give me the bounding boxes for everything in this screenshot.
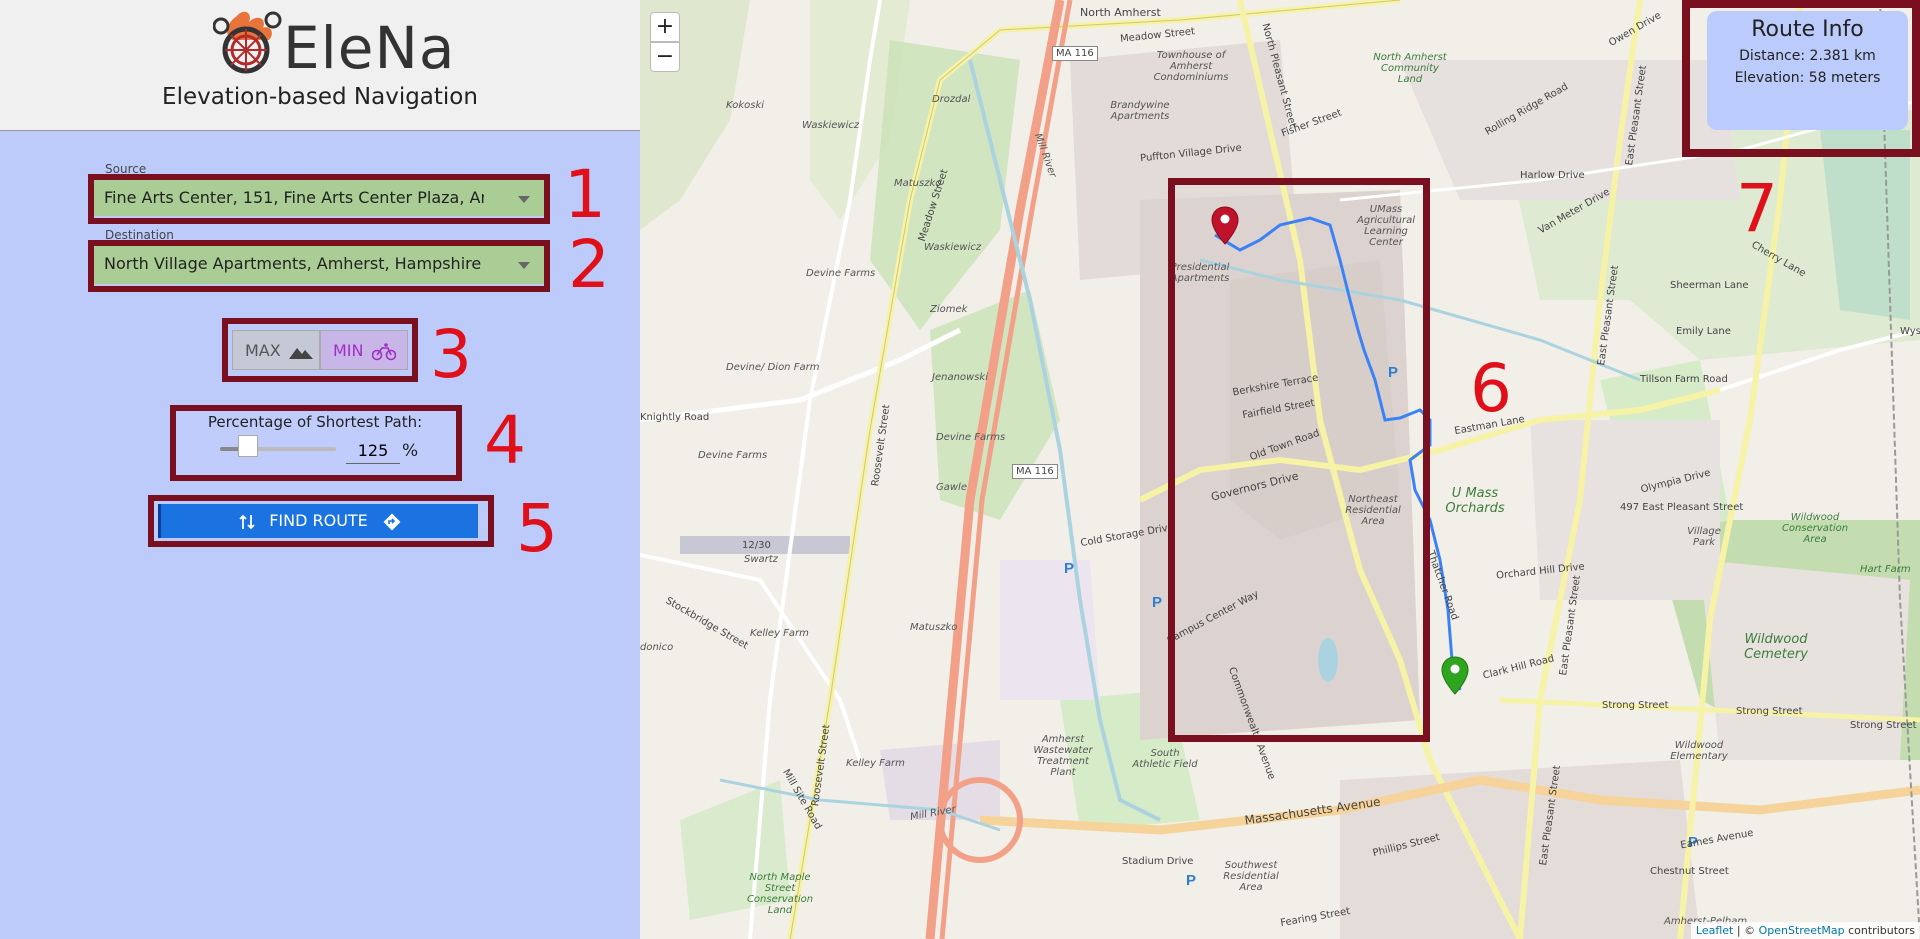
max-label: MAX: [245, 341, 281, 360]
percentage-highlight: [170, 405, 462, 481]
annotation-5: 5: [516, 490, 558, 567]
map-label: Waskiewicz: [802, 120, 860, 131]
map-label: Hart Farm: [1860, 564, 1911, 575]
map-label: Emily Lane: [1676, 326, 1731, 337]
app-subtitle: Elevation-based Navigation: [162, 84, 478, 110]
road-shield: MA 116: [1052, 46, 1098, 61]
map-label: Kokoski: [726, 100, 765, 111]
map-label: Jenanowski: [932, 372, 988, 383]
map-label: Strong Street: [1850, 720, 1917, 731]
map-label: Devine Farms: [936, 432, 1006, 443]
sidebar: EleNa Elevation-based Navigation Fine Ar…: [0, 0, 640, 939]
map-label: Knightly Road: [640, 412, 710, 423]
map-label: Harlow Drive: [1520, 170, 1585, 181]
map-label: Wys: [1900, 326, 1920, 337]
annotation-1: 1: [564, 156, 606, 233]
map-label: Gawle: [936, 482, 967, 493]
route-info-highlight: [1682, 0, 1920, 157]
annotation-3: 3: [430, 316, 472, 393]
map-label: Wildwood Conservation Area: [1781, 512, 1849, 545]
map-label: North Amherst: [1080, 6, 1161, 19]
map-label: Strong Street: [1736, 706, 1803, 717]
map-label: Brandywine Apartments: [1110, 100, 1170, 122]
map-label: Devine/ Dion Farm: [726, 362, 820, 373]
bicycle-icon: [371, 342, 396, 360]
map-view[interactable]: P P P P P North Amherst Meadow Street MA…: [640, 0, 1920, 939]
svg-text:P: P: [1152, 594, 1162, 611]
min-label: MIN: [333, 341, 364, 360]
map-label: Sheerman Lane: [1670, 280, 1749, 291]
app-title: EleNa: [283, 14, 456, 82]
annotation-2: 2: [568, 226, 610, 303]
min-elevation-button[interactable]: MIN: [320, 330, 408, 370]
map-label: Strong Street: [1602, 700, 1669, 711]
elena-logo-icon: [212, 8, 283, 74]
map-label: Townhouse of Amherst Condominiums: [1153, 50, 1229, 83]
map-label: Waskiewicz: [924, 242, 982, 253]
end-marker-icon[interactable]: [1441, 656, 1469, 696]
annotation-7: 7: [1736, 170, 1778, 247]
svg-text:P: P: [1186, 872, 1196, 889]
map-label: Kelley Farm: [750, 628, 809, 639]
map-label: Kelley Farm: [846, 758, 905, 769]
map-label: North Amherst Community Land: [1373, 52, 1447, 85]
map-label: North Maple Street Conservation Land: [746, 872, 814, 916]
map-label: Chestnut Street: [1650, 866, 1729, 877]
source-highlight: [88, 174, 550, 224]
destination-highlight: [88, 240, 550, 292]
map-label: Village Park: [1687, 526, 1721, 548]
max-elevation-button[interactable]: MAX: [232, 330, 320, 370]
map-attribution: Leaflet | © OpenStreetMap contributors: [1690, 922, 1920, 939]
map-label: South Athletic Field: [1132, 748, 1198, 770]
map-label: Wildwood Elementary: [1670, 740, 1728, 762]
map-label: Wildwood Cemetery: [1744, 632, 1808, 662]
attribution-rest: contributors: [1844, 924, 1915, 937]
map-label: donico: [640, 642, 674, 653]
app-header: EleNa Elevation-based Navigation: [0, 0, 640, 131]
map-label: 12/30: [742, 540, 771, 551]
map-label: Swartz: [744, 554, 778, 565]
map-label: Devine Farms: [698, 450, 768, 461]
osm-link[interactable]: OpenStreetMap: [1759, 924, 1845, 937]
zoom-in-button[interactable]: +: [650, 12, 680, 42]
map-label: Drozdal: [932, 94, 971, 105]
map-label: Southwest Residential Area: [1223, 860, 1279, 893]
map-label: Matuszko: [910, 622, 958, 633]
map-label: U Mass Orchards: [1445, 486, 1505, 516]
attribution-separator: | ©: [1733, 924, 1759, 937]
svg-text:P: P: [1064, 560, 1074, 577]
map-label: Stadium Drive: [1122, 856, 1194, 867]
zoom-out-button[interactable]: −: [650, 42, 680, 72]
map-label: Amherst Wastewater Treatment Plant: [1033, 734, 1093, 778]
road-shield: MA 116: [1012, 464, 1058, 479]
leaflet-link[interactable]: Leaflet: [1696, 924, 1733, 937]
route-highlight: [1168, 178, 1430, 742]
map-label: Devine Farms: [806, 268, 876, 279]
annotation-4: 4: [484, 402, 526, 479]
map-label: Tillson Farm Road: [1640, 374, 1728, 385]
annotation-6: 6: [1470, 350, 1512, 427]
mountain-icon: [288, 347, 313, 359]
map-label: 497 East Pleasant Street: [1620, 502, 1744, 513]
map-label: Ziomek: [930, 304, 968, 315]
find-route-highlight: [148, 495, 494, 547]
